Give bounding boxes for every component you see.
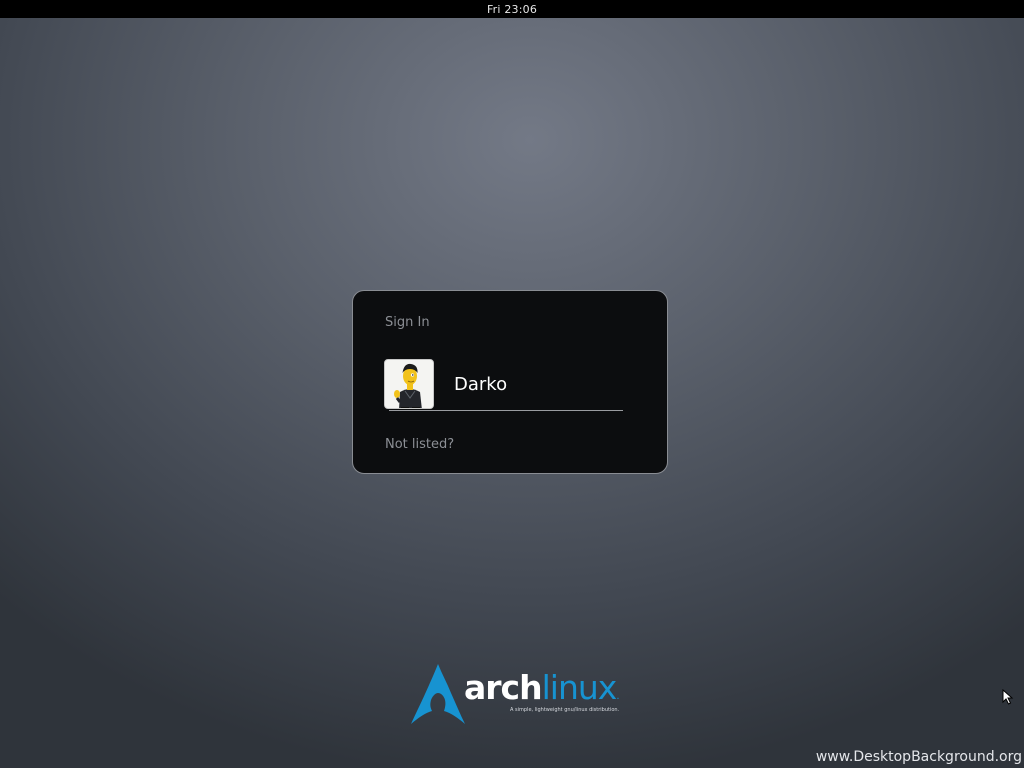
login-dialog: Sign In Darko Not listed? bbox=[352, 290, 668, 474]
user-list-item[interactable]: Darko bbox=[384, 359, 624, 411]
brand-trademark-dot: . bbox=[616, 691, 619, 702]
brand-linux-text: linux bbox=[541, 668, 618, 707]
brand-arch-text: arch bbox=[464, 668, 543, 707]
user-avatar-icon bbox=[384, 359, 434, 409]
clock[interactable]: Fri 23:06 bbox=[487, 3, 537, 16]
user-name[interactable]: Darko bbox=[454, 374, 507, 395]
not-listed-button[interactable]: Not listed? bbox=[385, 437, 454, 452]
sign-in-title: Sign In bbox=[385, 315, 430, 330]
mouse-pointer-icon bbox=[1002, 689, 1014, 705]
watermark-text: www.DesktopBackground.org bbox=[815, 749, 1022, 765]
brand-tagline: A simple, lightweight gnu/linux distribu… bbox=[510, 707, 620, 713]
login-screen: Fri 23:06 Sign In Darko Not listed? arch… bbox=[0, 0, 1024, 768]
user-selection-underline bbox=[389, 410, 623, 411]
top-bar: Fri 23:06 bbox=[0, 0, 1024, 18]
arch-linux-logo: archlinux. A simple, lightweight gnu/lin… bbox=[410, 662, 630, 728]
arch-logo-icon bbox=[411, 664, 465, 724]
